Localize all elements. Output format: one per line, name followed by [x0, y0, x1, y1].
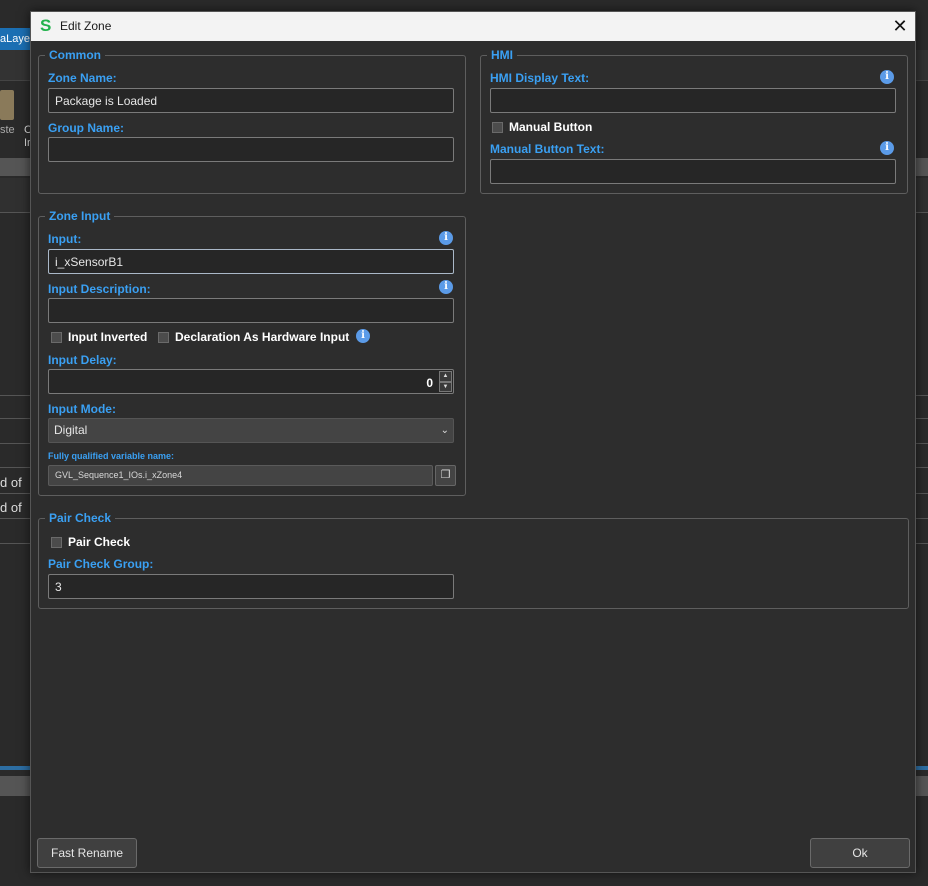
hmi-display-text-label: HMI Display Text:	[490, 71, 590, 85]
pair-check-label: Pair Check	[68, 535, 131, 549]
hmi-display-text-input[interactable]	[490, 88, 896, 113]
paste-label: ste	[0, 124, 15, 136]
info-icon[interactable]: i	[356, 329, 370, 343]
pair-check-checkbox-row[interactable]: Pair Check	[51, 535, 130, 549]
info-icon[interactable]: i	[439, 280, 453, 294]
input-description-input[interactable]	[48, 298, 454, 323]
input-delay-label: Input Delay:	[48, 353, 117, 367]
declaration-hw-checkbox[interactable]	[158, 331, 169, 343]
common-legend: Common	[49, 48, 101, 62]
spin-up-icon[interactable]: ▲	[439, 371, 452, 382]
copy-button[interactable]: ❐	[435, 465, 456, 486]
fqvn-label: Fully qualified variable name:	[48, 451, 175, 461]
declaration-hw-checkbox-row[interactable]: Declaration As Hardware Input	[158, 330, 349, 344]
pair-check-checkbox[interactable]	[51, 536, 62, 548]
dialog-title: Edit Zone	[60, 19, 112, 33]
spin-arrows: ▲ ▼	[439, 371, 452, 392]
manual-button-text-label: Manual Button Text:	[490, 142, 605, 156]
ok-button[interactable]: Ok	[810, 838, 910, 868]
zone-input-legend: Zone Input	[49, 209, 111, 223]
input-delay-spinbox[interactable]: 0 ▲ ▼	[48, 369, 454, 394]
zone-name-label: Zone Name:	[48, 71, 117, 85]
manual-button-checkbox-row[interactable]: Manual Button	[492, 120, 592, 134]
close-button[interactable]: ✕	[885, 12, 915, 41]
chevron-down-icon: ⌄	[440, 425, 449, 436]
clipboard-icon	[0, 90, 14, 120]
fqvn-field[interactable]: GVL_Sequence1_IOs.i_xZone4	[48, 465, 433, 486]
input-mode-label: Input Mode:	[48, 402, 116, 416]
input-description-label: Input Description:	[48, 282, 151, 296]
spin-down-icon[interactable]: ▼	[439, 381, 452, 392]
manual-button-checkbox[interactable]	[492, 121, 503, 133]
pair-check-group-label: Pair Check Group:	[48, 557, 154, 571]
dialog-titlebar[interactable]: S Edit Zone ✕	[31, 12, 915, 41]
info-icon[interactable]: i	[439, 231, 453, 245]
declaration-hw-label: Declaration As Hardware Input	[175, 330, 350, 344]
pair-check-legend: Pair Check	[49, 511, 112, 525]
input-mode-value: Digital	[54, 423, 88, 437]
manual-button-label: Manual Button	[509, 120, 593, 134]
input-delay-value: 0	[426, 376, 433, 390]
hmi-legend: HMI	[491, 48, 513, 62]
input-inverted-label: Input Inverted	[68, 330, 148, 344]
input-field[interactable]	[48, 249, 454, 274]
ribbon-tab[interactable]: aLayer	[0, 28, 32, 50]
background-row-text: d of	[0, 475, 22, 490]
copy-icon: ❐	[440, 469, 451, 481]
background-row-text: d of	[0, 500, 22, 515]
input-mode-select[interactable]: Digital ⌄	[48, 418, 454, 443]
input-label: Input:	[48, 232, 82, 246]
info-icon[interactable]: i	[880, 141, 894, 155]
group-name-input[interactable]	[48, 137, 454, 162]
zone-name-input[interactable]	[48, 88, 454, 113]
manual-button-text-input[interactable]	[490, 159, 896, 184]
pair-check-group-input[interactable]	[48, 574, 454, 599]
input-inverted-checkbox-row[interactable]: Input Inverted	[51, 330, 147, 344]
fast-rename-button[interactable]: Fast Rename	[37, 838, 137, 868]
input-inverted-checkbox[interactable]	[51, 331, 62, 343]
info-icon[interactable]: i	[880, 70, 894, 84]
group-name-label: Group Name:	[48, 121, 125, 135]
edit-zone-dialog: S Edit Zone ✕ Common Zone Name: Group Na…	[30, 11, 916, 873]
app-logo-icon: S	[40, 16, 52, 35]
